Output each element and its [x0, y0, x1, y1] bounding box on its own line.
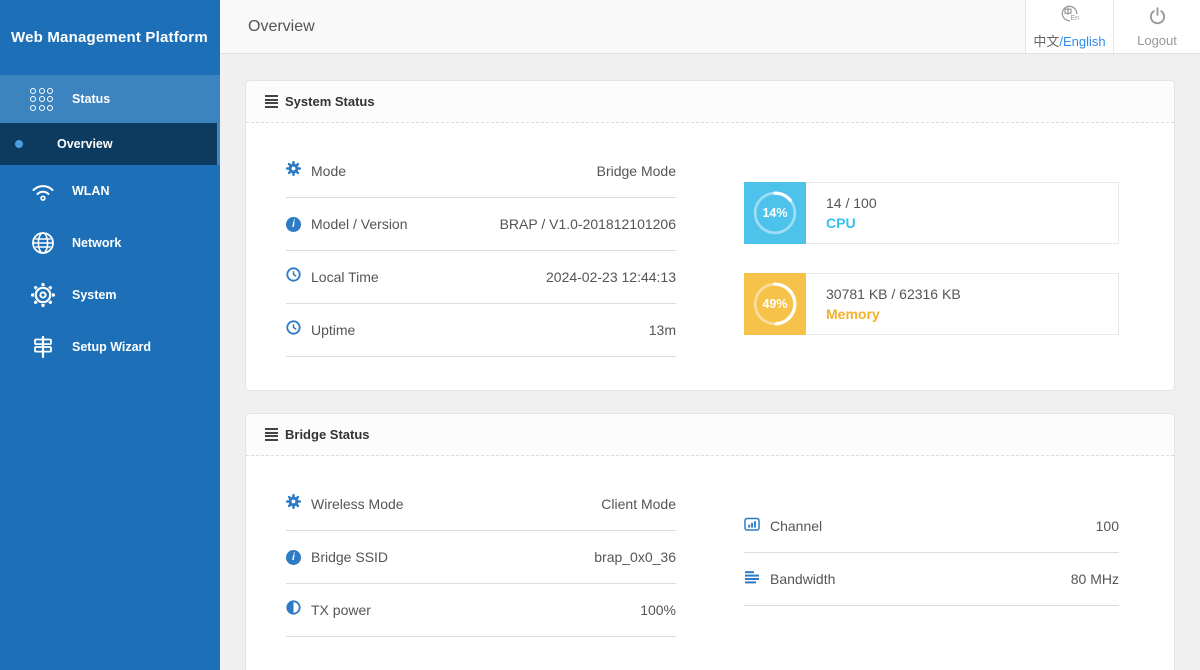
- row-label: Bandwidth: [770, 571, 835, 587]
- panel-title: Bridge Status: [285, 427, 370, 442]
- bar-chart-icon: [744, 516, 760, 537]
- sidebar-item-label: Status: [72, 92, 110, 106]
- row-value: BRAP / V1.0-201812101206: [500, 216, 676, 232]
- row-label: Model / Version: [311, 216, 408, 232]
- row-value: 100%: [640, 602, 676, 618]
- table-row: TX power 100%: [286, 584, 676, 637]
- table-row: Channel 100: [744, 500, 1119, 553]
- system-status-header: System Status: [246, 81, 1174, 123]
- row-label: Mode: [311, 163, 346, 179]
- main-area: Overview En 中文/English: [220, 0, 1200, 670]
- row-label: Uptime: [311, 322, 355, 338]
- row-label: Local Time: [311, 269, 379, 285]
- power-icon: [1148, 6, 1167, 30]
- row-label: TX power: [311, 602, 371, 618]
- row-label: Bridge SSID: [311, 549, 388, 565]
- clock-icon: [286, 320, 301, 340]
- sidebar-item-label: System: [72, 288, 116, 302]
- cpu-value: 14 / 100: [826, 195, 877, 211]
- sidebar-item-network[interactable]: Network: [0, 217, 220, 269]
- memory-value: 30781 KB / 62316 KB: [826, 286, 961, 302]
- sidebar-item-label: WLAN: [72, 184, 110, 198]
- language-toggle-button[interactable]: En 中文/English: [1025, 0, 1113, 53]
- info-icon: i: [286, 550, 301, 565]
- sidebar-item-label: Network: [72, 236, 121, 250]
- memory-gauge-card: 49% 30781 KB / 62316 KB Memory: [744, 273, 1119, 335]
- cpu-gauge-icon: 14%: [744, 182, 806, 244]
- bridge-status-panel: Bridge Status: [245, 413, 1175, 670]
- sidebar-item-overview[interactable]: Overview: [0, 123, 220, 165]
- sidebar: Web Management Platform Status Overview …: [0, 0, 220, 670]
- sidebar-item-status[interactable]: Status: [0, 75, 220, 123]
- signpost-icon: [30, 334, 72, 360]
- cpu-percent: 14%: [762, 206, 787, 220]
- cpu-label: CPU: [826, 215, 877, 231]
- page-title: Overview: [248, 18, 315, 36]
- logout-label: Logout: [1137, 33, 1177, 48]
- globe-icon: [30, 230, 72, 256]
- row-value: 13m: [649, 322, 676, 338]
- bridge-status-rows: Wireless Mode Client Mode i Bridge SSID …: [286, 478, 676, 637]
- sidebar-item-wlan[interactable]: WLAN: [0, 165, 220, 217]
- row-value: Client Mode: [601, 496, 676, 512]
- svg-text:En: En: [1071, 15, 1080, 22]
- list-icon: [265, 428, 278, 441]
- row-value: Bridge Mode: [597, 163, 676, 179]
- memory-label: Memory: [826, 306, 961, 322]
- sidebar-item-setup-wizard[interactable]: Setup Wizard: [0, 321, 220, 373]
- sidebar-item-label: Setup Wizard: [72, 340, 151, 354]
- system-status-panel: System Status: [245, 80, 1175, 391]
- table-row: Wireless Mode Client Mode: [286, 478, 676, 531]
- memory-percent: 49%: [762, 297, 787, 311]
- bridge-status-right-rows: Channel 100: [744, 478, 1119, 637]
- memory-gauge-icon: 49%: [744, 273, 806, 335]
- gear-icon: [286, 161, 301, 181]
- content: System Status: [220, 54, 1200, 670]
- table-row: Local Time 2024-02-23 12:44:13: [286, 251, 676, 304]
- panel-title: System Status: [285, 94, 375, 109]
- translate-icon: En: [1060, 4, 1079, 28]
- info-icon: i: [286, 217, 301, 232]
- table-row: i Model / Version BRAP / V1.0-2018121012…: [286, 198, 676, 251]
- gear-icon: [286, 494, 301, 514]
- sidebar-item-system[interactable]: System: [0, 269, 220, 321]
- system-status-rows: Mode Bridge Mode i Model / Version BRAP …: [286, 145, 676, 357]
- table-row: Uptime 13m: [286, 304, 676, 357]
- bars-icon: [744, 569, 760, 590]
- row-value: 80 MHz: [1071, 571, 1119, 587]
- app-title: Web Management Platform: [0, 0, 220, 75]
- bridge-status-header: Bridge Status: [246, 414, 1174, 456]
- wifi-icon: [30, 178, 72, 204]
- topbar: Overview En 中文/English: [220, 0, 1200, 54]
- row-value: 2024-02-23 12:44:13: [546, 269, 676, 285]
- table-row: Mode Bridge Mode: [286, 145, 676, 198]
- app-window: Web Management Platform Status Overview …: [0, 0, 1200, 670]
- table-row: i Bridge SSID brap_0x0_36: [286, 531, 676, 584]
- grid-dots-icon: [30, 88, 72, 111]
- clock-icon: [286, 267, 301, 287]
- language-label: 中文/English: [1033, 31, 1105, 50]
- system-gauges: 14% 14 / 100 CPU: [744, 145, 1119, 357]
- table-row: Bandwidth 80 MHz: [744, 553, 1119, 606]
- sidebar-item-label: Overview: [57, 137, 113, 151]
- row-label: Channel: [770, 518, 822, 534]
- list-icon: [265, 95, 278, 108]
- row-label: Wireless Mode: [311, 496, 404, 512]
- cpu-gauge-card: 14% 14 / 100 CPU: [744, 182, 1119, 244]
- half-circle-icon: [286, 600, 301, 620]
- row-value: brap_0x0_36: [594, 549, 676, 565]
- logout-button[interactable]: Logout: [1113, 0, 1200, 53]
- row-value: 100: [1096, 518, 1119, 534]
- gear-outline-icon: [30, 282, 72, 308]
- bullet-dot-icon: [15, 140, 23, 148]
